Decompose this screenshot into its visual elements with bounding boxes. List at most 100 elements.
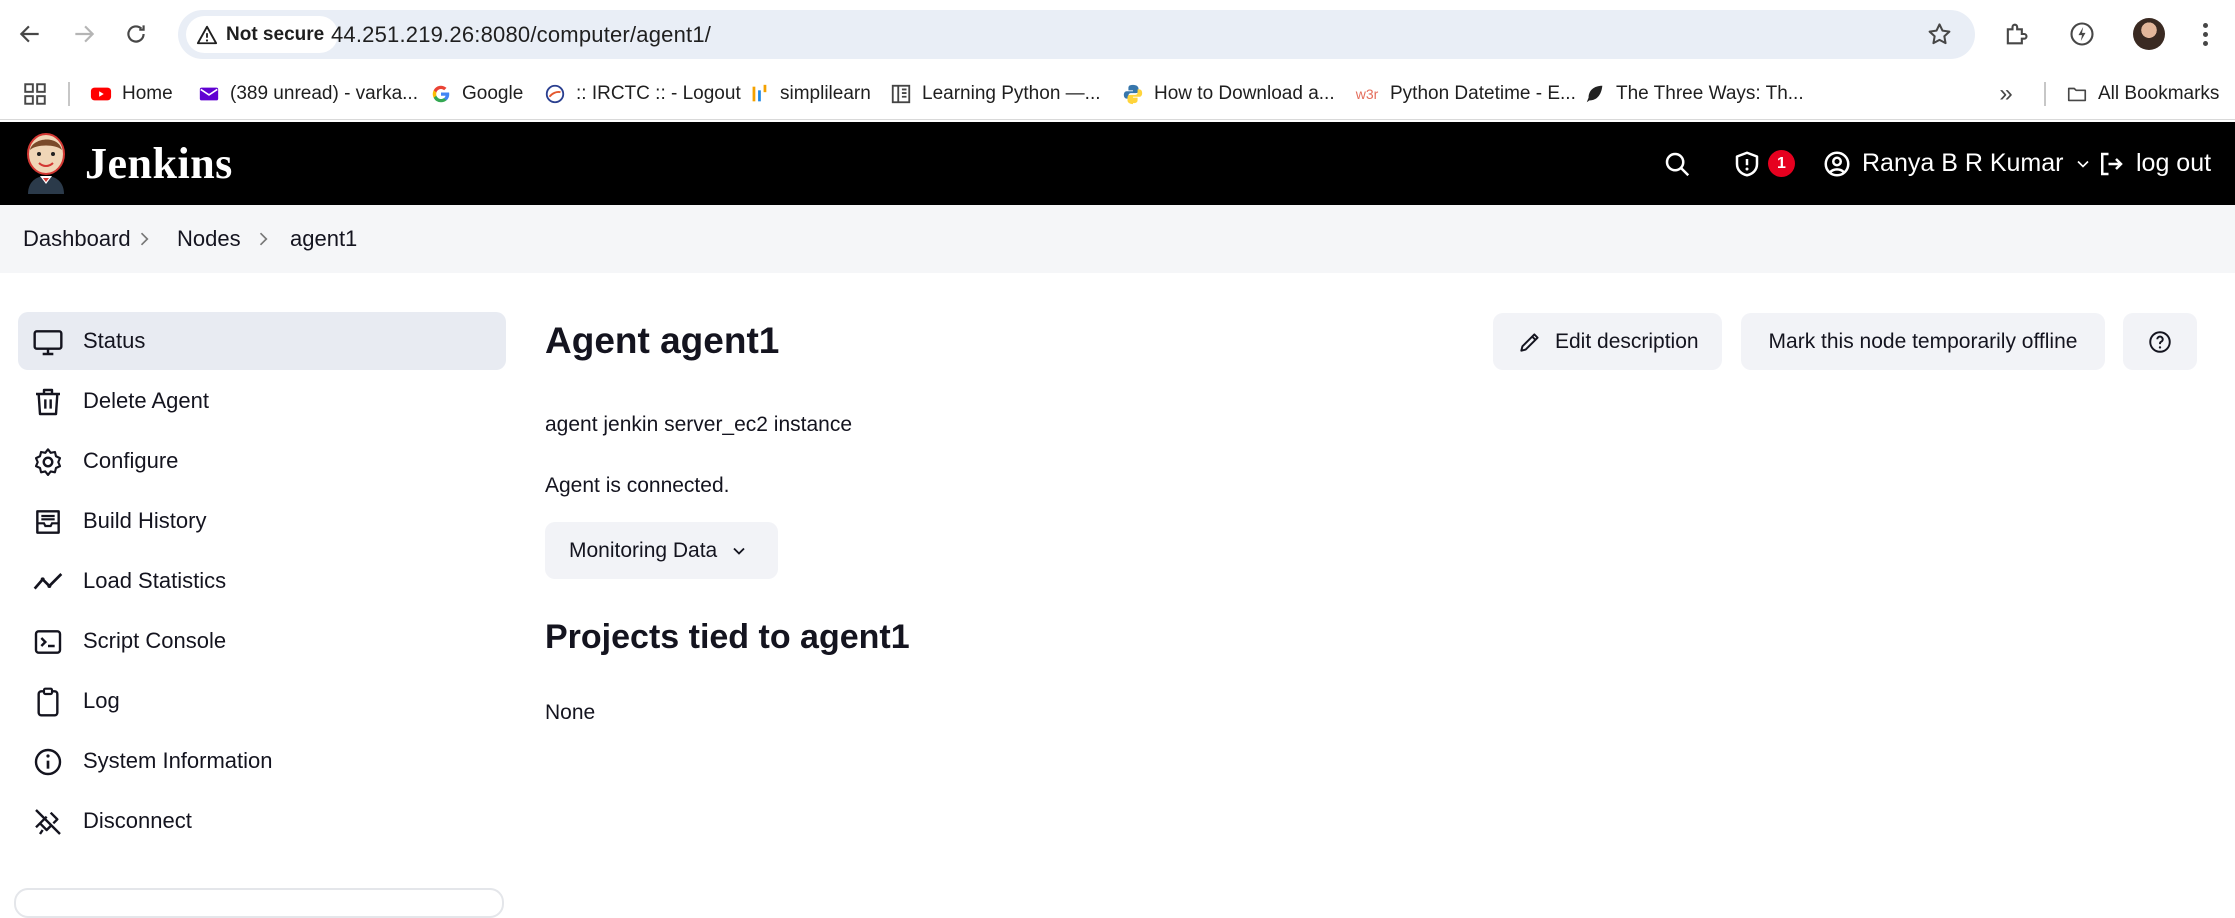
monitoring-data-dropdown[interactable]: Monitoring Data — [545, 522, 778, 579]
reload-button[interactable] — [116, 14, 156, 54]
w3schools-icon: w3r — [1355, 86, 1379, 102]
security-alerts-button[interactable]: 1 — [1732, 122, 1795, 205]
star-icon[interactable] — [1926, 21, 1953, 48]
extensions-button[interactable] — [2000, 18, 2032, 50]
projects-value: None — [545, 701, 596, 724]
book-icon — [890, 83, 912, 105]
warning-icon — [196, 25, 218, 44]
sidebar-item-log[interactable]: Log — [18, 672, 506, 730]
bookmarks-divider — [68, 82, 70, 106]
bookmark-learning-python[interactable]: Learning Python —... — [890, 68, 1101, 120]
inbox-icon — [32, 506, 64, 538]
google-icon — [430, 83, 452, 105]
monitoring-data-label: Monitoring Data — [569, 538, 718, 562]
sidebar-item-label: Script Console — [83, 628, 227, 653]
apps-grid-icon[interactable] — [22, 81, 48, 107]
monitor-icon — [32, 326, 64, 358]
bookmark-label: Home — [122, 83, 173, 104]
sidebar-item-disconnect[interactable]: Disconnect — [18, 792, 506, 850]
mark-offline-button[interactable]: Mark this node temporarily offline — [1741, 313, 2105, 370]
sidebar-item-status[interactable]: Status — [18, 312, 506, 370]
bookmark-label: :: IRCTC :: - Logout — [576, 83, 741, 104]
browser-toolbar: Not secure 44.251.219.26:8080/computer/a… — [0, 0, 2235, 68]
bookmark-home[interactable]: Home — [90, 68, 173, 120]
mark-offline-label: Mark this node temporarily offline — [1768, 329, 2078, 353]
bookmark-label: simplilearn — [780, 83, 871, 104]
arrow-left-icon — [19, 25, 39, 43]
info-icon — [32, 746, 64, 778]
address-bar[interactable]: Not secure 44.251.219.26:8080/computer/a… — [178, 10, 1975, 59]
sidebar-item-build-history[interactable]: Build History — [18, 492, 506, 550]
browser-menu-button[interactable] — [2195, 18, 2215, 50]
logout-button[interactable]: log out — [2096, 122, 2211, 205]
bookmark-google[interactable]: Google — [430, 68, 523, 120]
sidebar-item-label: Configure — [83, 448, 179, 473]
breadcrumb-agent1[interactable]: agent1 — [290, 205, 357, 273]
bolt-circle-icon — [2070, 22, 2094, 46]
reload-icon — [127, 25, 145, 43]
sidebar-item-label: System Information — [83, 748, 273, 773]
puzzle-icon — [2006, 23, 2028, 45]
logout-label: log out — [2136, 149, 2212, 177]
bookmark-label: Google — [462, 83, 524, 104]
unplug-icon — [32, 806, 64, 838]
performance-button[interactable] — [2066, 18, 2098, 50]
url-text[interactable]: 44.251.219.26:8080/computer/agent1/ — [331, 10, 711, 59]
logout-icon — [2101, 152, 2123, 175]
clipboard-icon — [32, 686, 64, 718]
trend-icon — [32, 566, 64, 598]
bookmark-irctc[interactable]: :: IRCTC :: - Logout — [544, 68, 741, 120]
security-chip[interactable]: Not secure — [186, 16, 339, 53]
sidebar-executor-panel — [14, 888, 504, 918]
user-menu[interactable]: Ranya B R Kumar — [1822, 122, 2093, 205]
user-name: Ranya B R Kumar — [1862, 149, 2064, 177]
all-bookmarks-label: All Bookmarks — [2098, 83, 2220, 104]
forward-button[interactable] — [64, 14, 104, 54]
bookmark-label: How to Download a... — [1154, 83, 1335, 104]
breadcrumb-dashboard[interactable]: Dashboard — [23, 205, 131, 273]
bookmark-simplilearn[interactable]: simplilearn — [748, 68, 871, 120]
bookmarks-divider — [2044, 82, 2046, 106]
security-label: Not secure — [226, 23, 325, 45]
help-button[interactable] — [2123, 313, 2197, 370]
jenkins-logo-icon[interactable] — [22, 132, 70, 194]
help-circle-icon — [2149, 330, 2171, 353]
chevron-right-icon — [140, 232, 149, 246]
projects-heading: Projects tied to agent1 — [545, 618, 910, 656]
bookmark-python-datetime[interactable]: w3r Python Datetime - E... — [1354, 68, 1576, 120]
bookmark-mail[interactable]: (389 unread) - varka... — [198, 68, 418, 120]
search-button[interactable] — [1662, 122, 1692, 205]
all-bookmarks-button[interactable]: All Bookmarks — [2066, 68, 2219, 120]
sidebar-item-label: Delete Agent — [83, 388, 209, 413]
trash-icon — [32, 386, 64, 418]
bookmark-label: Python Datetime - E... — [1390, 83, 1576, 104]
search-icon — [1665, 152, 1690, 176]
bookmarks-overflow-button[interactable]: » — [1992, 80, 2020, 108]
leaf-icon — [1584, 83, 1606, 105]
python-icon — [1122, 83, 1144, 105]
irctc-icon — [544, 83, 566, 105]
chevron-down-icon — [733, 547, 745, 555]
bookmark-three-ways[interactable]: The Three Ways: Th... — [1584, 68, 1804, 120]
sidebar-item-system-information[interactable]: System Information — [18, 732, 506, 790]
sidebar-item-label: Load Statistics — [83, 568, 227, 593]
breadcrumb-nodes[interactable]: Nodes — [177, 205, 241, 273]
sidebar-item-configure[interactable]: Configure — [18, 432, 506, 490]
pencil-icon — [1520, 332, 1539, 352]
edit-description-label: Edit description — [1555, 329, 1699, 353]
security-count-badge: 1 — [1768, 150, 1795, 177]
sidebar-item-script-console[interactable]: Script Console — [18, 612, 506, 670]
jenkins-title[interactable]: Jenkins — [85, 138, 233, 189]
sidebar-item-delete-agent[interactable]: Delete Agent — [18, 372, 506, 430]
sidebar-item-label: Build History — [83, 508, 207, 533]
edit-description-button[interactable]: Edit description — [1493, 313, 1722, 370]
mail-icon — [198, 83, 220, 105]
profile-avatar[interactable] — [2133, 18, 2165, 50]
jenkins-header: Jenkins 1 Ranya B R Kumar log out — [0, 122, 2235, 205]
sidebar-item-load-statistics[interactable]: Load Statistics — [18, 552, 506, 610]
bookmarks-bar: Home (389 unread) - varka... Google :: I… — [0, 68, 2235, 120]
terminal-icon — [32, 626, 64, 658]
back-button[interactable] — [10, 14, 50, 54]
bookmark-label: (389 unread) - varka... — [230, 83, 418, 104]
bookmark-download[interactable]: How to Download a... — [1122, 68, 1335, 120]
